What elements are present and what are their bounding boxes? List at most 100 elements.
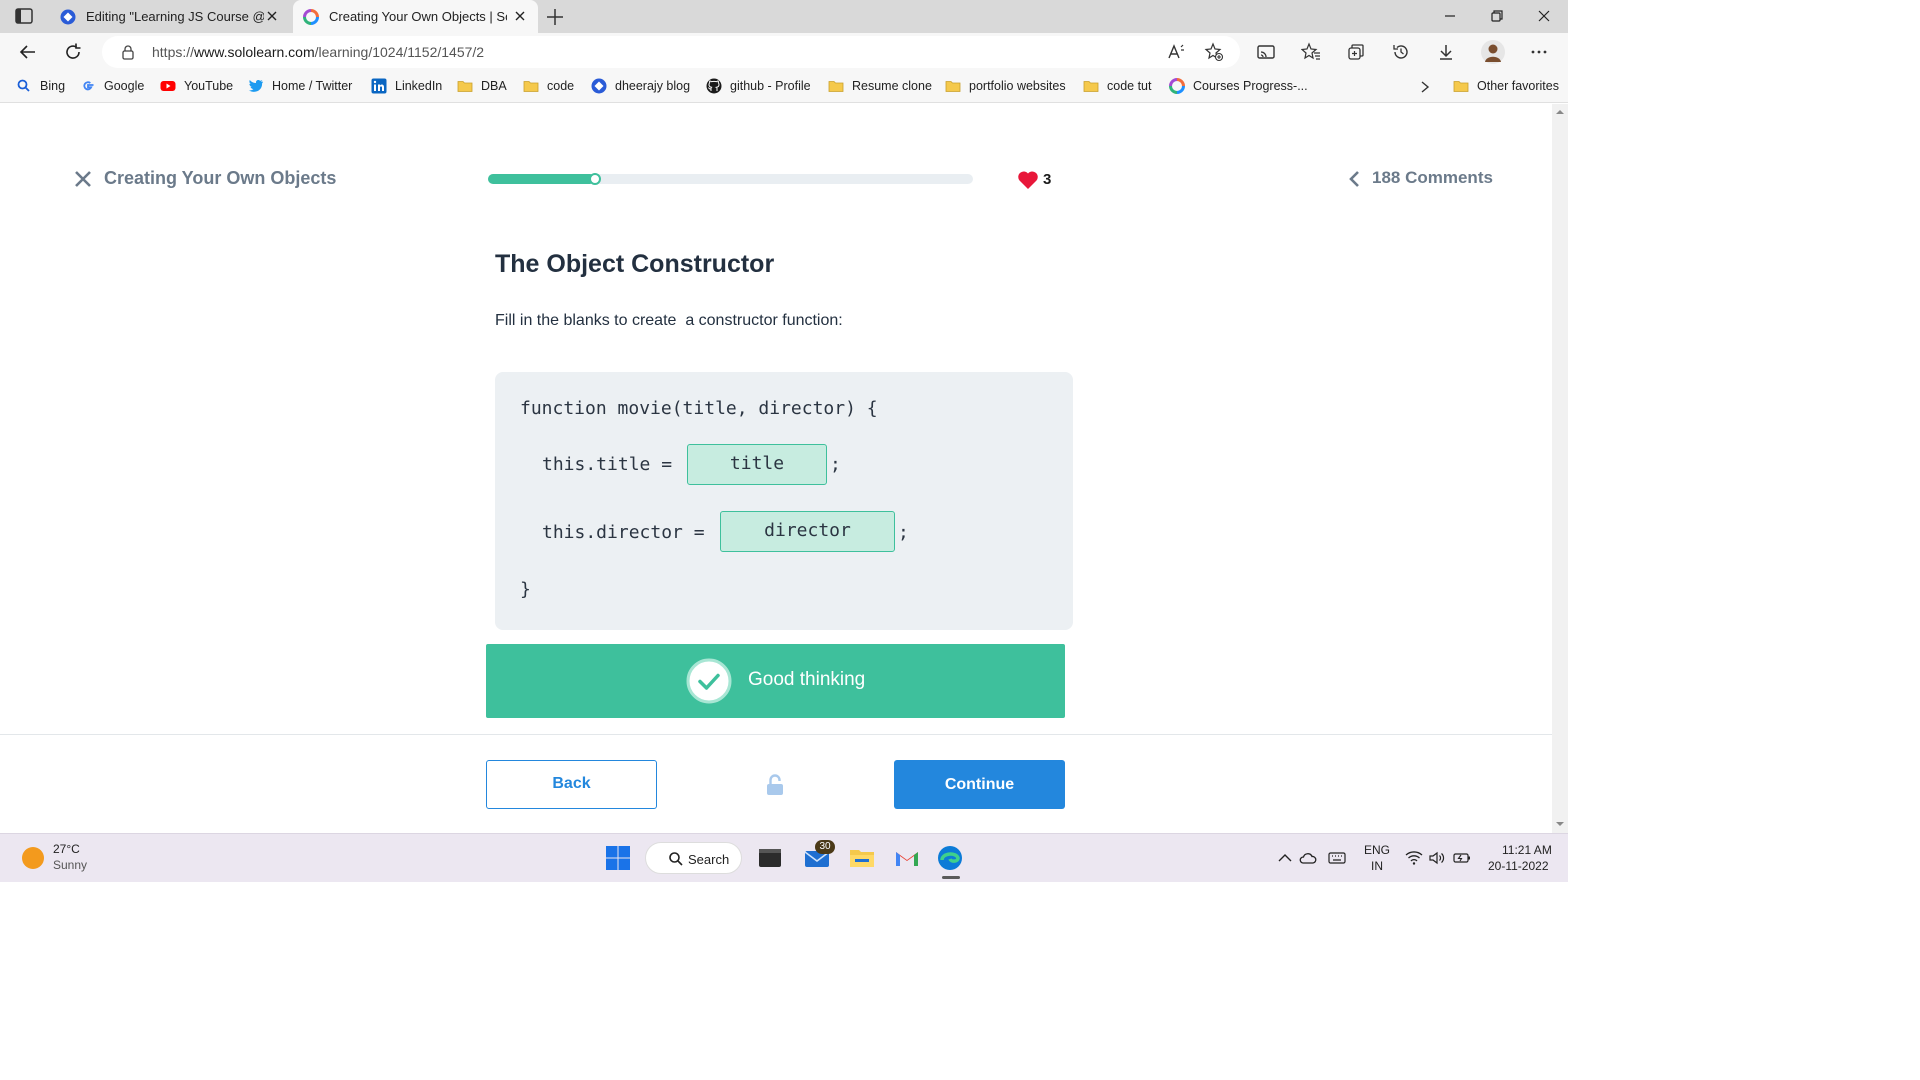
- bookmarks-bar: Bing Google YouTube Home / Twitter Linke…: [0, 71, 1568, 103]
- more-options-icon[interactable]: [1529, 42, 1549, 62]
- close-tab-icon[interactable]: [512, 8, 528, 24]
- bookmark-label: Other favorites: [1477, 79, 1559, 93]
- weather-condition[interactable]: Sunny: [53, 858, 87, 872]
- favorites-icon[interactable]: [1301, 42, 1321, 62]
- folder-icon: [457, 81, 473, 92]
- back-button[interactable]: Back: [486, 760, 657, 809]
- tab-actions-icon[interactable]: [14, 7, 34, 25]
- onedrive-cloud-icon[interactable]: [1299, 850, 1317, 866]
- back-arrow-icon[interactable]: [18, 42, 38, 62]
- code-line-1: function movie(title, director) {: [520, 398, 878, 419]
- bookmark-bing[interactable]: Bing: [16, 78, 65, 94]
- minimize-icon[interactable]: [1442, 8, 1458, 24]
- add-favorite-icon[interactable]: [1204, 42, 1224, 62]
- history-icon[interactable]: [1391, 42, 1411, 62]
- folder-icon: [1083, 81, 1099, 92]
- bookmark-label: YouTube: [184, 79, 234, 93]
- code-line-2-suffix: ;: [830, 454, 841, 475]
- bookmark-google[interactable]: Google: [80, 78, 144, 94]
- cast-icon[interactable]: [1256, 42, 1276, 62]
- downloads-icon[interactable]: [1436, 42, 1456, 62]
- bookmark-label: LinkedIn: [395, 79, 443, 93]
- tab-sololearn[interactable]: Creating Your Own Objects | Sololearn: [293, 0, 538, 33]
- code-line-3-prefix: this.director =: [542, 522, 716, 543]
- navigation-bar: https://www.sololearn.com/learning/1024/…: [0, 33, 1568, 71]
- file-explorer-icon[interactable]: [848, 844, 876, 872]
- restore-icon[interactable]: [1489, 8, 1505, 24]
- wifi-icon[interactable]: [1405, 850, 1423, 866]
- folder-icon: [1453, 81, 1469, 92]
- tab-editing[interactable]: Editing "Learning JS Course @Sololearn": [50, 0, 290, 33]
- sololearn-favicon-icon: [303, 8, 319, 25]
- progress-fill: [488, 174, 595, 184]
- lock-icon[interactable]: [120, 44, 136, 60]
- region-indicator[interactable]: IN: [1371, 859, 1383, 873]
- bookmark-linkedin[interactable]: LinkedIn: [371, 78, 442, 94]
- comments-link[interactable]: 188 Comments: [1372, 168, 1493, 188]
- close-icon[interactable]: [74, 170, 92, 188]
- code-block: function movie(title, director) { this.t…: [495, 372, 1073, 630]
- profile-avatar[interactable]: [1481, 40, 1505, 64]
- edge-browser-icon[interactable]: [936, 844, 964, 872]
- weather-temperature[interactable]: 27°C: [53, 842, 80, 856]
- new-tab-icon[interactable]: [545, 7, 565, 27]
- bookmark-courses-progress[interactable]: Courses Progress-...: [1169, 78, 1308, 94]
- bookmark-label: Home / Twitter: [272, 79, 353, 93]
- collections-icon[interactable]: [1346, 42, 1366, 62]
- address-bar[interactable]: https://www.sololearn.com/learning/1024/…: [102, 36, 1240, 68]
- clock-date[interactable]: 20-11-2022: [1488, 859, 1549, 873]
- bookmark-resume-clone[interactable]: Resume clone: [828, 78, 932, 94]
- chevron-right-icon[interactable]: [1418, 80, 1432, 94]
- url-text[interactable]: https://www.sololearn.com/learning/1024/…: [152, 44, 484, 60]
- tab-strip: Editing "Learning JS Course @Sololearn" …: [0, 0, 1568, 33]
- bookmark-dheerajy-blog[interactable]: dheerajy blog: [591, 78, 690, 94]
- keyboard-icon[interactable]: [1328, 850, 1346, 866]
- refresh-icon[interactable]: [63, 42, 83, 62]
- answer-blank-1[interactable]: title: [687, 444, 827, 485]
- unlocked-icon: [767, 774, 783, 795]
- terminal-icon[interactable]: [756, 844, 784, 872]
- mail-badge: 30: [815, 840, 835, 854]
- read-aloud-icon[interactable]: [1166, 42, 1186, 62]
- sun-icon[interactable]: [22, 847, 44, 869]
- language-indicator[interactable]: ENG: [1364, 843, 1390, 857]
- volume-icon[interactable]: [1428, 850, 1446, 866]
- bookmark-github[interactable]: github - Profile: [706, 78, 811, 94]
- bookmark-youtube[interactable]: YouTube: [160, 78, 233, 94]
- scroll-up-icon[interactable]: [1556, 108, 1564, 116]
- url-prefix: https://: [152, 44, 195, 60]
- bookmark-dba[interactable]: DBA: [457, 78, 507, 94]
- chevron-left-icon[interactable]: [1348, 170, 1360, 188]
- taskbar-search[interactable]: Search: [645, 842, 742, 874]
- bookmark-portfolio-websites[interactable]: portfolio websites: [945, 78, 1066, 94]
- twitter-icon: [248, 79, 263, 92]
- lesson-progress-bar: [488, 173, 973, 185]
- search-icon: [669, 852, 683, 866]
- check-circle-icon: [686, 658, 732, 704]
- bookmark-other-favorites[interactable]: Other favorites: [1453, 78, 1559, 94]
- clock-time[interactable]: 11:21 AM: [1502, 843, 1552, 857]
- scroll-down-icon[interactable]: [1556, 820, 1564, 828]
- code-line-3-suffix: ;: [898, 522, 909, 543]
- gmail-icon[interactable]: [893, 844, 921, 872]
- close-window-icon[interactable]: [1536, 8, 1552, 24]
- bookmark-code[interactable]: code: [523, 78, 574, 94]
- bookmark-label: github - Profile: [730, 79, 811, 93]
- battery-icon[interactable]: [1453, 850, 1471, 866]
- bookmark-label: code: [547, 79, 575, 93]
- windows-start-icon[interactable]: [604, 844, 632, 872]
- close-tab-icon[interactable]: [264, 8, 280, 24]
- bookmark-twitter[interactable]: Home / Twitter: [248, 78, 352, 94]
- github-icon: [706, 78, 722, 94]
- bookmark-code-tut[interactable]: code tut: [1083, 78, 1151, 94]
- bookmark-label: Resume clone: [852, 79, 932, 93]
- chevron-up-icon[interactable]: [1276, 850, 1294, 866]
- heart-icon: [1018, 171, 1038, 189]
- page-scrollbar[interactable]: [1552, 104, 1568, 833]
- lives-count: 3: [1043, 171, 1052, 188]
- google-icon: [83, 81, 94, 91]
- editing-favicon-icon: [60, 9, 76, 24]
- code-line-4: }: [520, 579, 531, 600]
- answer-blank-2[interactable]: director: [720, 511, 895, 552]
- continue-button[interactable]: Continue: [894, 760, 1065, 809]
